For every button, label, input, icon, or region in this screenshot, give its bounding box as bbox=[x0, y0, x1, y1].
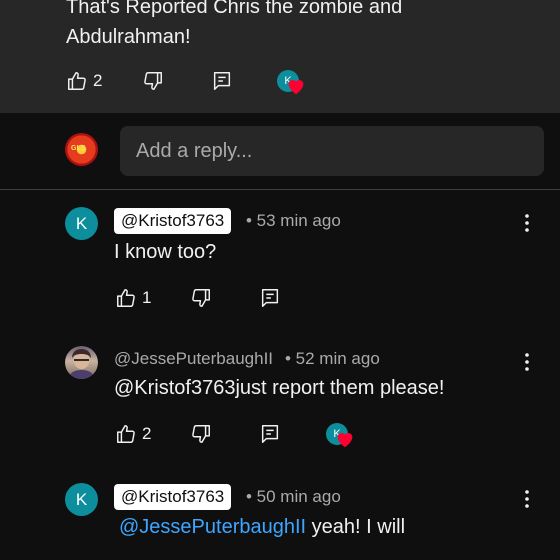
reply-text: I know too? bbox=[114, 241, 217, 263]
reply-icon bbox=[259, 287, 281, 309]
thumb-down-icon bbox=[190, 423, 212, 445]
reply-input[interactable] bbox=[120, 126, 544, 176]
more-options-button[interactable] bbox=[517, 486, 537, 512]
creator-avatar: K bbox=[277, 70, 304, 95]
like-button[interactable]: 2 bbox=[66, 68, 102, 94]
divider bbox=[0, 189, 560, 190]
more-options-button[interactable] bbox=[517, 349, 537, 375]
more-options-button[interactable] bbox=[517, 210, 537, 236]
dislike-button[interactable] bbox=[190, 285, 212, 311]
mention-link[interactable]: @JessePuterbaughII bbox=[119, 516, 306, 538]
thumb-down-icon bbox=[142, 70, 164, 92]
reply-icon bbox=[259, 423, 281, 445]
dislike-button[interactable] bbox=[190, 421, 212, 447]
reply-icon bbox=[211, 70, 233, 92]
thumb-up-icon bbox=[66, 70, 88, 92]
timestamp: • 52 min ago bbox=[285, 349, 380, 368]
like-button[interactable]: 1 bbox=[115, 285, 151, 311]
comment-actions: 2 K bbox=[66, 68, 366, 95]
reply-button[interactable] bbox=[211, 68, 233, 94]
current-user-avatar: GLS bbox=[65, 133, 98, 166]
comment-text-line-1: That's Reported Chris the zombie and bbox=[66, 0, 403, 18]
creator-heart: K bbox=[326, 421, 353, 448]
like-count: 2 bbox=[142, 424, 152, 443]
profile-photo-icon bbox=[68, 349, 95, 379]
more-vert-icon bbox=[525, 214, 529, 232]
reply-button[interactable] bbox=[259, 421, 281, 447]
author-handle-chip[interactable]: @Kristof3763 bbox=[114, 484, 232, 510]
highlighted-comment: That's Reported Chris the zombie and Abd… bbox=[0, 0, 560, 113]
thumb-up-icon bbox=[115, 423, 137, 445]
comment-text: That's Reported Chris the zombie and Abd… bbox=[66, 0, 546, 52]
comment-text-line-2: Abdulrahman! bbox=[66, 26, 191, 48]
avatar-letter: K bbox=[75, 214, 88, 233]
avatar-letter: K bbox=[75, 490, 88, 509]
more-vert-icon bbox=[525, 353, 529, 371]
heart-icon bbox=[337, 433, 353, 448]
heart-icon bbox=[288, 80, 304, 95]
avatar[interactable]: K bbox=[65, 207, 98, 240]
like-count: 2 bbox=[93, 71, 103, 90]
dislike-button[interactable] bbox=[142, 68, 164, 94]
author-handle-chip[interactable]: @Kristof3763 bbox=[114, 208, 232, 234]
reply-button[interactable] bbox=[259, 285, 281, 311]
reply-text-content: yeah! I will bbox=[306, 516, 406, 538]
avatar[interactable] bbox=[65, 346, 98, 379]
reply-actions: 2 K bbox=[115, 421, 375, 448]
reply-text: @Kristof3763just report them please! bbox=[114, 377, 445, 399]
like-count: 1 bbox=[142, 288, 152, 307]
timestamp: • 53 min ago bbox=[246, 211, 341, 230]
thumb-up-icon bbox=[115, 287, 137, 309]
thumb-down-icon bbox=[190, 287, 212, 309]
timestamp: • 50 min ago bbox=[246, 487, 341, 506]
author-handle[interactable]: @JessePuterbaughII bbox=[114, 346, 273, 372]
avatar[interactable]: K bbox=[65, 483, 98, 516]
creator-avatar: K bbox=[326, 423, 353, 448]
reply-text: @JessePuterbaughII yeah! I will bbox=[114, 513, 405, 541]
more-vert-icon bbox=[525, 490, 529, 508]
reply-actions: 1 bbox=[115, 285, 315, 311]
current-user-avatar-text: GLS bbox=[71, 145, 86, 152]
like-button[interactable]: 2 bbox=[115, 421, 151, 447]
creator-heart: K bbox=[277, 68, 304, 95]
